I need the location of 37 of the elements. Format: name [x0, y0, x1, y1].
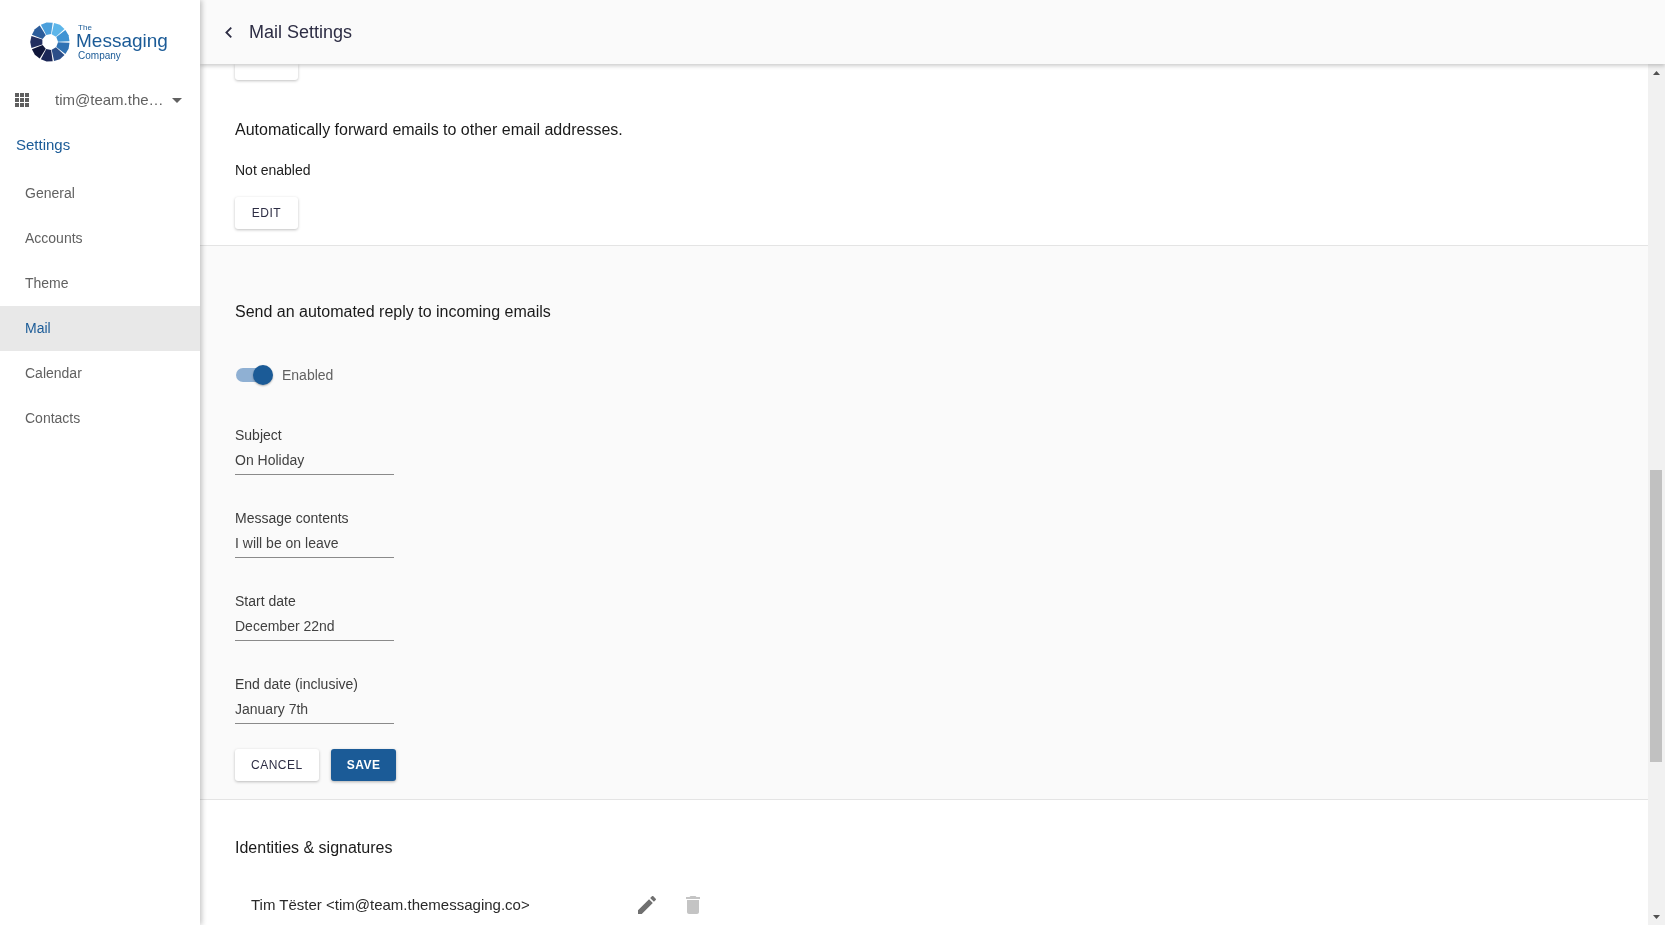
scroll-down-icon[interactable]	[1653, 914, 1660, 919]
caret-icon	[171, 97, 182, 103]
scrollbar-thumb[interactable]	[1650, 470, 1662, 762]
field-label: End date (inclusive)	[235, 675, 358, 694]
field-label: Message contents	[235, 509, 349, 528]
sidebar-heading: Settings	[16, 136, 71, 154]
logo-icon	[30, 22, 71, 62]
toggle-label: Enabled	[282, 366, 334, 385]
edit-icon[interactable]	[638, 896, 656, 914]
text-field[interactable]: On Holiday	[235, 450, 394, 475]
sidebar-item[interactable]: General	[0, 171, 200, 216]
text-field[interactable]: December 22nd	[235, 616, 394, 641]
sidebar-item[interactable]: Calendar	[0, 351, 200, 396]
page-title: Mail Settings	[249, 21, 353, 44]
scroll-up-icon[interactable]	[1653, 70, 1660, 75]
apps-grid-icon[interactable]	[15, 93, 29, 107]
cancel-button[interactable]: CANCEL	[235, 749, 319, 781]
sidebar-item[interactable]: Theme	[0, 261, 200, 306]
section-heading: Send an automated reply to incoming emails	[235, 302, 551, 322]
field-label: Subject	[235, 426, 282, 445]
scrollbar[interactable]	[1648, 64, 1665, 925]
text-field[interactable]: January 7th	[235, 699, 394, 724]
sidebar-item[interactable]: Mail	[0, 306, 200, 351]
account-dropdown[interactable]: tim@team.the…	[55, 90, 182, 110]
field-label: Start date	[235, 592, 296, 611]
save-button[interactable]: SAVE	[330, 749, 397, 781]
section-heading: Automatically forward emails to other email addresses.	[235, 120, 623, 140]
section-heading: Identities & signatures	[235, 838, 393, 858]
back-icon[interactable]	[224, 26, 232, 38]
toggle-switch[interactable]	[235, 365, 273, 385]
sidebar-item[interactable]: Accounts	[0, 216, 200, 261]
sidebar-item[interactable]: Contacts	[0, 396, 200, 441]
status-text: Not enabled	[235, 161, 311, 180]
identity-name: Tim Tëster <tim@team.themessaging.co>	[251, 896, 530, 913]
logo-wordmark: The Messaging Company	[76, 23, 168, 61]
edit-button[interactable]: EDIT	[235, 197, 298, 229]
text-field[interactable]: I will be on leave	[235, 533, 394, 558]
